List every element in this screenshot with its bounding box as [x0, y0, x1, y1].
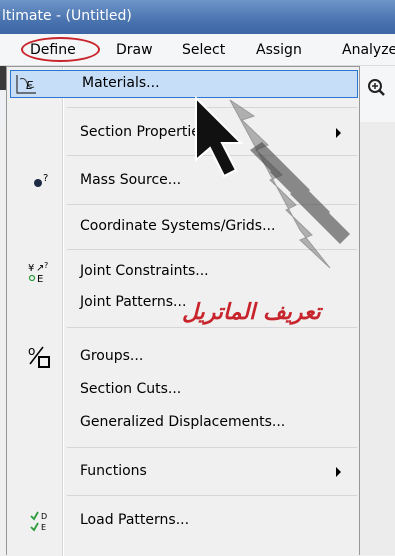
svg-text:E: E: [26, 79, 33, 92]
window-title-bar: ltimate - (Untitled): [0, 0, 395, 34]
menu-bar: Define Draw Select Assign Analyze: [0, 34, 395, 66]
menu-item-label: Functions: [80, 463, 147, 479]
menu-item-label: Materials...: [82, 75, 160, 91]
menu-item-functions[interactable]: Functions: [7, 458, 359, 486]
menu-item-section-properties[interactable]: Section Properties: [7, 119, 359, 147]
svg-text:?: ?: [44, 261, 48, 270]
menu-separator: [67, 249, 357, 250]
svg-text:E: E: [37, 274, 43, 284]
menu-item-label: Load Patterns...: [80, 512, 190, 528]
svg-text:?: ?: [43, 173, 48, 184]
menu-assign[interactable]: Assign: [256, 42, 302, 58]
menu-item-label: Joint Constraints...: [80, 263, 209, 279]
joint-constraints-icon: ¥ ↗ ? E: [28, 261, 48, 284]
menu-item-label: Joint Patterns...: [80, 294, 187, 310]
menu-separator: [67, 327, 357, 328]
menu-item-generalized-displacements[interactable]: Generalized Displacements...: [7, 409, 359, 437]
mass-source-icon: ?: [34, 173, 48, 187]
svg-text:o: o: [28, 344, 35, 358]
toolbar-right: [360, 66, 395, 122]
menu-item-joint-constraints[interactable]: ¥ ↗ ? E Joint Constraints...: [7, 258, 359, 286]
window-title: ltimate - (Untitled): [2, 8, 132, 24]
menu-item-section-cuts[interactable]: Section Cuts...: [7, 376, 359, 404]
menu-item-load-patterns[interactable]: D E Load Patterns...: [7, 507, 359, 535]
load-patterns-icon: D E: [30, 511, 47, 532]
groups-icon: o: [28, 344, 50, 368]
menu-item-mass-source[interactable]: ? Mass Source...: [7, 167, 359, 195]
menu-item-label: Mass Source...: [80, 172, 182, 188]
menu-item-label: Section Properties: [80, 124, 208, 140]
submenu-arrow-icon: [336, 467, 341, 477]
menu-draw[interactable]: Draw: [116, 42, 153, 58]
menu-item-label: Section Cuts...: [80, 381, 182, 397]
menu-item-label: Generalized Displacements...: [80, 414, 286, 430]
menu-item-groups[interactable]: o Groups...: [7, 343, 359, 371]
workspace-background: [360, 122, 395, 555]
menu-separator: [67, 155, 357, 156]
menu-separator: [67, 495, 357, 496]
menu-item-label: Groups...: [80, 348, 144, 364]
submenu-arrow-icon: [336, 128, 341, 138]
menu-item-coordinate-systems[interactable]: Coordinate Systems/Grids...: [7, 213, 359, 241]
svg-text:D: D: [41, 512, 47, 521]
svg-text:¥: ¥: [28, 263, 34, 274]
zoom-icon[interactable]: [360, 66, 395, 122]
menu-separator: [67, 107, 357, 108]
materials-icon: E: [16, 75, 36, 94]
svg-text:E: E: [41, 523, 46, 532]
define-highlight-oval: [21, 37, 100, 62]
menu-item-materials[interactable]: E Materials...: [10, 70, 358, 98]
menu-analyze[interactable]: Analyze: [342, 42, 395, 58]
menu-item-label: Coordinate Systems/Grids...: [80, 218, 276, 234]
menu-separator: [67, 204, 357, 205]
annotation-text: تعريف الماتريل: [182, 300, 321, 325]
menu-select[interactable]: Select: [182, 42, 225, 58]
menu-separator: [67, 447, 357, 448]
